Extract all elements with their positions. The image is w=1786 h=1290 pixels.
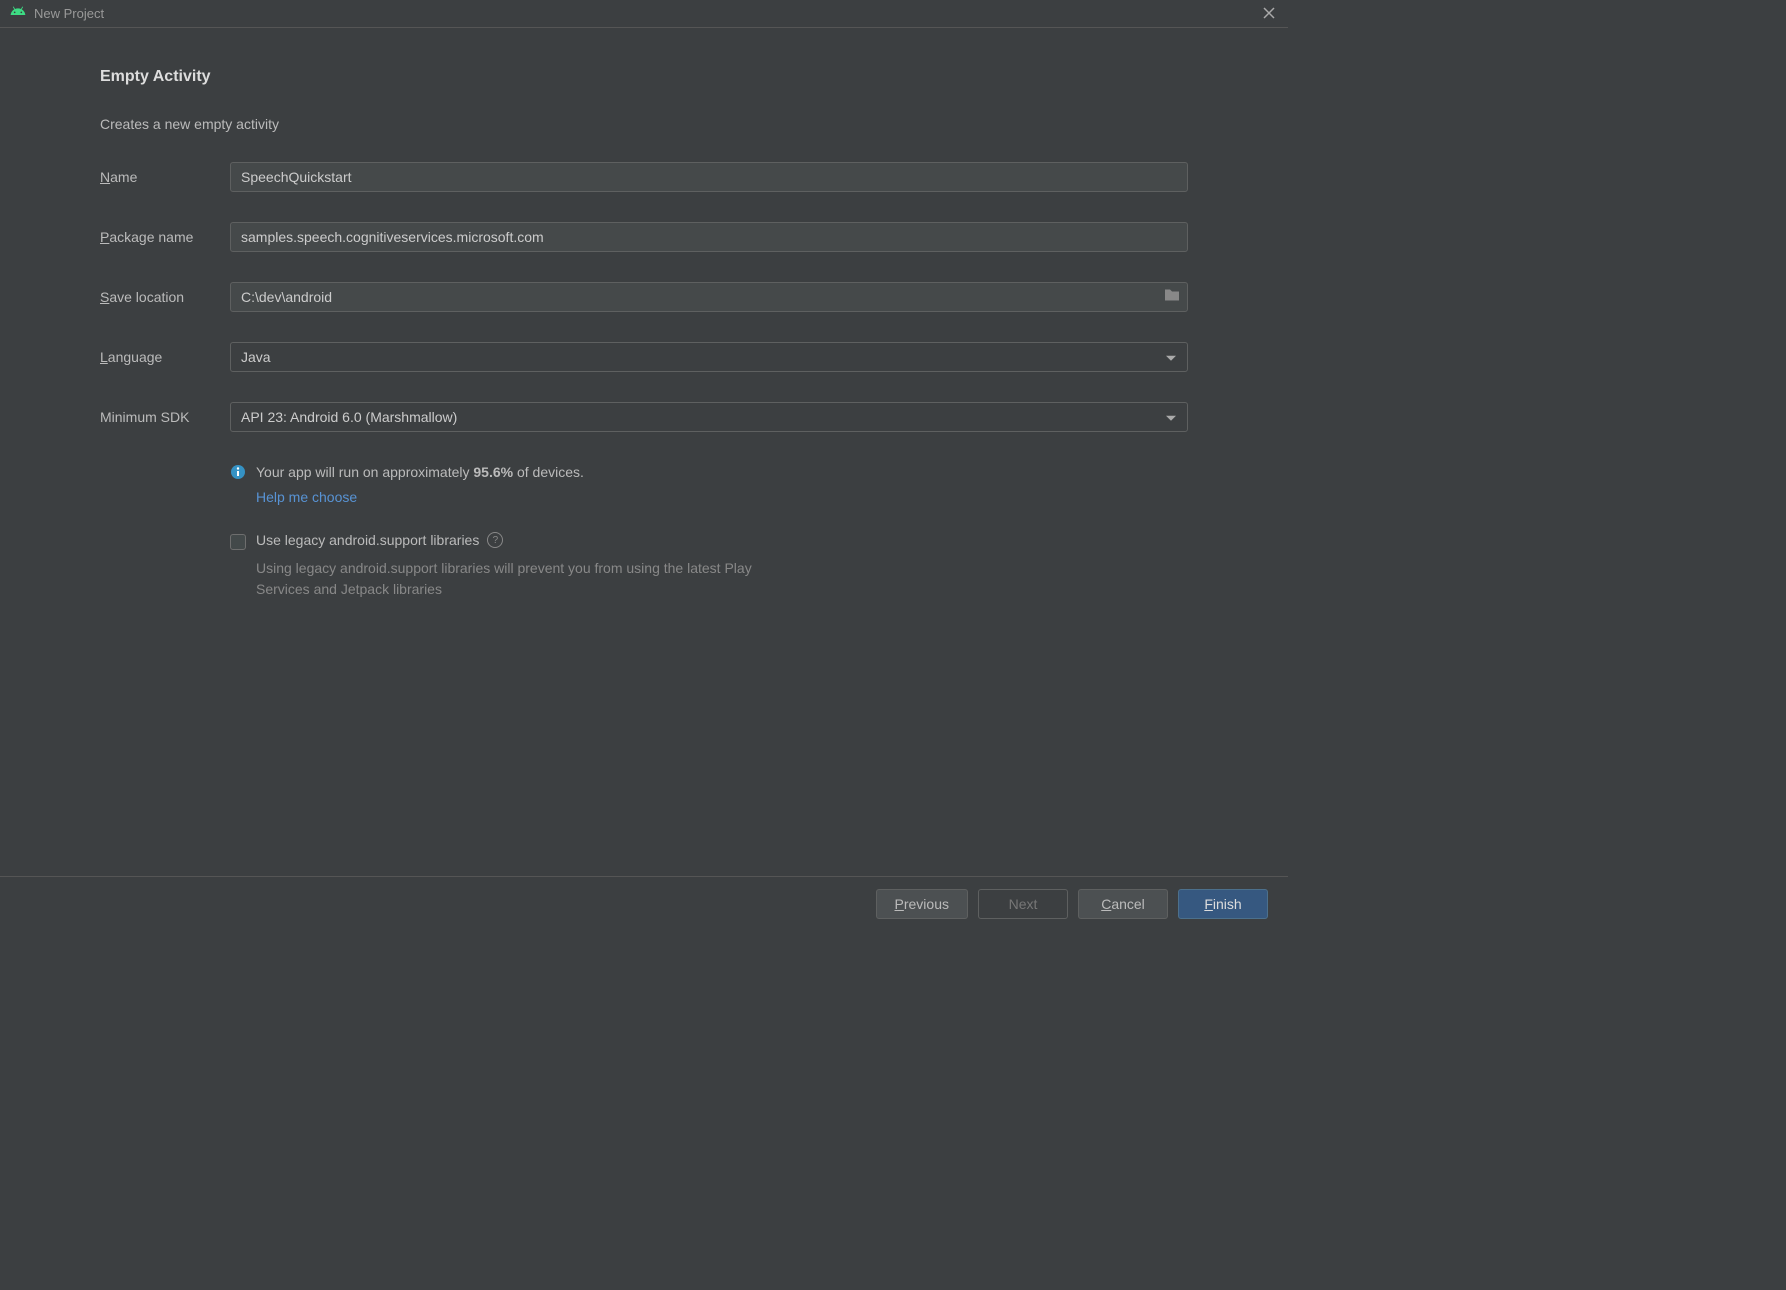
minsdk-select[interactable]: API 23: Android 6.0 (Marshmallow) [230,402,1188,432]
folder-icon[interactable] [1164,288,1180,307]
help-me-choose-link[interactable]: Help me choose [256,487,357,508]
android-icon [10,3,26,24]
location-label: Save location [100,289,230,305]
next-button: Next [978,889,1068,919]
finish-button[interactable]: Finish [1178,889,1268,919]
titlebar: New Project [0,0,1288,28]
package-label: Package name [100,229,230,245]
dialog-content: Empty Activity Creates a new empty activ… [0,28,1288,876]
window-title: New Project [34,6,104,21]
help-icon[interactable]: ? [487,532,503,548]
legacy-description: Using legacy android.support libraries w… [256,558,796,600]
name-input[interactable] [230,162,1188,192]
language-select[interactable]: Java [230,342,1188,372]
device-coverage-text: Your app will run on approximately 95.6%… [256,462,584,508]
page-subtitle: Creates a new empty activity [100,116,1188,132]
legacy-checkbox[interactable] [230,534,246,550]
minsdk-label: Minimum SDK [100,409,230,425]
name-label: Name [100,169,230,185]
button-bar: Previous Next Cancel Finish [0,876,1288,931]
close-icon[interactable] [1260,6,1278,22]
language-label: Language [100,349,230,365]
page-title: Empty Activity [100,68,1188,86]
previous-button[interactable]: Previous [876,889,968,919]
location-input[interactable] [230,282,1188,312]
cancel-button[interactable]: Cancel [1078,889,1168,919]
package-input[interactable] [230,222,1188,252]
info-icon [230,464,246,485]
legacy-label: Use legacy android.support libraries [256,532,479,548]
